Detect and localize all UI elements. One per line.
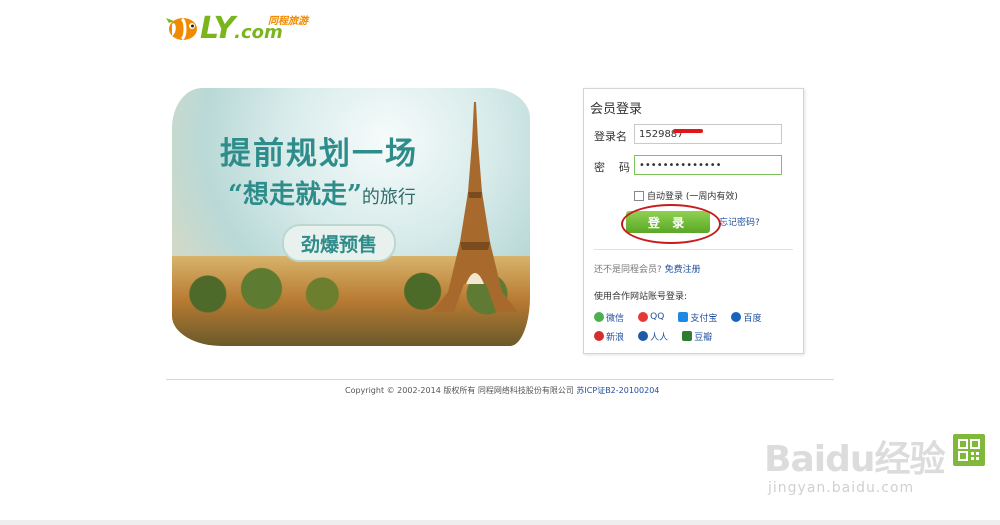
promo-banner[interactable]: 提前规划一场 “想走就走”的旅行 劲爆预售: [172, 88, 530, 346]
douban-icon: [682, 331, 693, 341]
redacted-mark: [673, 129, 703, 133]
partner-login-title: 使用合作网站账号登录:: [594, 292, 688, 302]
watermark-main-text: Baidu经验: [764, 439, 945, 480]
auto-login-label: 自动登录 (一周内有效): [647, 192, 738, 202]
qr-code-icon[interactable]: [953, 434, 985, 466]
auto-login-checkbox[interactable]: [634, 190, 644, 201]
banner-subheadline: “想走就走”的旅行: [228, 180, 416, 210]
username-input[interactable]: 1529887: [634, 124, 782, 144]
copyright-text: Copyright © 2002-2014 版权所有 同程网络科技股份有限公司 …: [345, 386, 660, 395]
logo-chinese-text: 同程旅游: [268, 16, 308, 27]
password-input[interactable]: ••••••••••••••: [634, 155, 782, 175]
eiffel-tower-icon: [432, 102, 518, 312]
partner-qq[interactable]: QQ: [638, 310, 664, 325]
site-logo[interactable]: LY.com 同程旅游: [166, 8, 316, 48]
password-label: 密 码: [594, 161, 630, 174]
partner-baidu[interactable]: 百度: [731, 310, 762, 325]
icp-link[interactable]: 苏ICP证B2-20100204: [576, 386, 659, 395]
bottom-edge: [0, 520, 1000, 525]
partner-douban[interactable]: 豆瓣: [682, 329, 712, 344]
highlight-circle: [621, 204, 721, 244]
partner-wechat[interactable]: 微信: [594, 310, 624, 325]
banner-headline: 提前规划一场: [220, 136, 418, 172]
wechat-icon: [594, 312, 604, 322]
banner-presale-badge: 劲爆预售: [282, 224, 396, 262]
clownfish-logo-icon: [166, 17, 197, 41]
partner-renren[interactable]: 人人: [638, 329, 668, 344]
baidu-jingyan-watermark: Baidu经验 jingyan.baidu.com: [762, 430, 952, 510]
register-prompt: 还不是同程会员? 免费注册: [594, 265, 701, 275]
footer-divider: [166, 379, 834, 380]
weibo-icon: [594, 331, 604, 341]
username-label: 登录名: [594, 130, 627, 143]
partner-login-list: 微信 QQ 支付宝 百度 新浪 人人 豆瓣: [594, 307, 794, 345]
partner-weibo[interactable]: 新浪: [594, 329, 624, 344]
forgot-password-link[interactable]: 忘记密码?: [719, 215, 760, 228]
watermark-sub-text: jingyan.baidu.com: [768, 480, 915, 496]
register-link[interactable]: 免费注册: [665, 265, 701, 275]
qq-icon: [638, 312, 649, 322]
alipay-icon: [678, 312, 689, 322]
partner-alipay[interactable]: 支付宝: [678, 310, 717, 325]
divider: [594, 249, 793, 250]
auto-login-option[interactable]: 自动登录 (一周内有效): [634, 189, 738, 202]
baidu-paw-icon: [731, 312, 742, 322]
login-panel: 会员登录 登录名 1529887 密 码 •••••••••••••• 自动登录…: [583, 88, 804, 354]
panel-title: 会员登录: [590, 102, 643, 117]
renren-icon: [638, 331, 649, 341]
